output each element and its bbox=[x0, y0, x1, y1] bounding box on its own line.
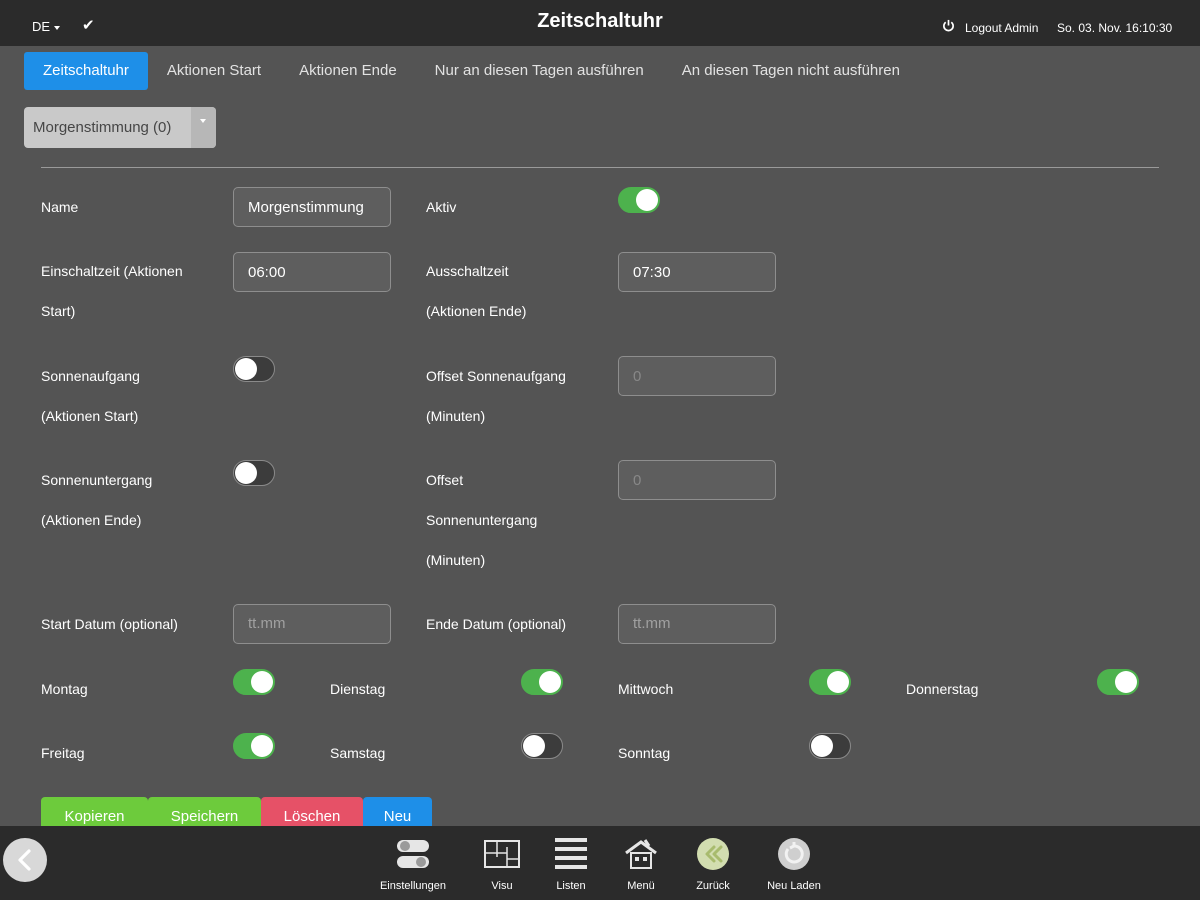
sunrise-offset-input[interactable] bbox=[618, 356, 776, 396]
off-time-input[interactable] bbox=[618, 252, 776, 292]
tab-only-these-days[interactable]: Nur an diesen Tagen ausführen bbox=[416, 52, 663, 90]
sunset-label: Sonnenuntergang bbox=[41, 472, 153, 488]
tab-bar: Zeitschaltuhr Aktionen Start Aktionen En… bbox=[24, 52, 919, 90]
toggle-knob bbox=[1115, 671, 1137, 693]
toggle-knob bbox=[827, 671, 849, 693]
dock-lists-label: Listen bbox=[556, 880, 586, 892]
toggle-knob bbox=[636, 189, 658, 211]
day-toggle-sonntag[interactable] bbox=[809, 733, 851, 759]
dock-settings[interactable]: Einstellungen bbox=[375, 834, 451, 892]
off-time-label: Ausschaltzeit bbox=[426, 263, 509, 279]
day-label-dienstag: Dienstag bbox=[330, 681, 386, 697]
day-label-donnerstag: Donnerstag bbox=[906, 681, 979, 697]
start-date-label: Start Datum (optional) bbox=[41, 616, 178, 632]
dock-visu-label: Visu bbox=[491, 880, 513, 892]
sunset-offset-label-line2: Sonnenuntergang bbox=[426, 512, 538, 528]
toggle-knob bbox=[523, 735, 545, 757]
delete-button[interactable]: Löschen bbox=[261, 797, 363, 829]
tab-not-these-days[interactable]: An diesen Tagen nicht ausführen bbox=[663, 52, 919, 90]
day-toggle-freitag[interactable] bbox=[233, 733, 275, 759]
divider bbox=[41, 167, 1159, 168]
sunrise-offset-label-line2: (Minuten) bbox=[426, 408, 486, 424]
timer-select-value: Morgenstimmung (0) bbox=[33, 119, 172, 136]
dock-reload-label: Neu Laden bbox=[767, 880, 821, 892]
day-label-samstag: Samstag bbox=[330, 745, 386, 761]
day-toggle-samstag[interactable] bbox=[521, 733, 563, 759]
on-time-input[interactable] bbox=[233, 252, 391, 292]
tab-zeitschaltuhr[interactable]: Zeitschaltuhr bbox=[24, 52, 148, 90]
timer-select[interactable]: Morgenstimmung (0) bbox=[24, 107, 216, 148]
toggle-knob bbox=[235, 462, 257, 484]
dock-settings-label: Einstellungen bbox=[379, 880, 447, 892]
logout-link[interactable]: Logout Admin bbox=[965, 21, 1038, 35]
toggle-knob bbox=[539, 671, 561, 693]
day-label-montag: Montag bbox=[41, 681, 88, 697]
active-toggle[interactable] bbox=[618, 187, 660, 213]
sunrise-label: Sonnenaufgang bbox=[41, 368, 140, 384]
dropdown-toggle[interactable] bbox=[191, 107, 216, 148]
chevron-left-icon bbox=[18, 849, 31, 871]
on-time-label-line2: Start) bbox=[41, 303, 76, 319]
day-label-mittwoch: Mittwoch bbox=[618, 681, 674, 697]
power-icon[interactable] bbox=[942, 19, 955, 32]
sunrise-offset-label: Offset Sonnenaufgang bbox=[426, 368, 566, 384]
end-date-label: Ende Datum (optional) bbox=[426, 616, 567, 632]
sunset-label-line2: (Aktionen Ende) bbox=[41, 512, 142, 528]
chevron-down-icon bbox=[200, 119, 206, 123]
sunset-offset-label-line3: (Minuten) bbox=[426, 552, 486, 568]
tab-actions-start[interactable]: Aktionen Start bbox=[148, 52, 280, 90]
off-time-label-line2: (Aktionen Ende) bbox=[426, 303, 527, 319]
day-label-freitag: Freitag bbox=[41, 745, 85, 761]
day-toggle-montag[interactable] bbox=[233, 669, 275, 695]
name-label: Name bbox=[41, 199, 79, 215]
list-icon bbox=[555, 838, 587, 869]
dock-menu-label: Menü bbox=[627, 880, 655, 892]
sunrise-label-line2: (Aktionen Start) bbox=[41, 408, 139, 424]
reload-icon bbox=[778, 838, 810, 870]
floorplan-icon bbox=[484, 840, 520, 868]
day-toggle-dienstag[interactable] bbox=[521, 669, 563, 695]
day-toggle-mittwoch[interactable] bbox=[809, 669, 851, 695]
sunset-offset-label: Offset bbox=[426, 472, 464, 488]
day-label-sonntag: Sonntag bbox=[618, 745, 671, 761]
back-nav-button[interactable] bbox=[3, 838, 47, 882]
dock-reload[interactable]: Neu Laden bbox=[761, 834, 827, 892]
dock-back[interactable]: Zurück bbox=[691, 834, 735, 892]
sunset-offset-input[interactable] bbox=[618, 460, 776, 500]
end-date-input[interactable]: tt.mm bbox=[618, 604, 776, 644]
toggle-knob bbox=[235, 358, 257, 380]
copy-button[interactable]: Kopieren bbox=[41, 797, 148, 829]
top-bar: DE ✔ Zeitschaltuhr Logout Admin So. 03. … bbox=[0, 0, 1200, 46]
new-button[interactable]: Neu bbox=[363, 797, 432, 829]
dock-visu[interactable]: Visu bbox=[480, 834, 524, 892]
day-toggle-donnerstag[interactable] bbox=[1097, 669, 1139, 695]
name-input[interactable] bbox=[233, 187, 391, 227]
save-button[interactable]: Speichern bbox=[148, 797, 261, 829]
dock-menu[interactable]: Menü bbox=[620, 834, 662, 892]
toggle-knob bbox=[251, 671, 273, 693]
datetime-display: So. 03. Nov. 16:10:30 bbox=[1057, 21, 1173, 35]
dock-back-label: Zurück bbox=[696, 880, 730, 892]
dock-lists[interactable]: Listen bbox=[548, 834, 594, 892]
active-label: Aktiv bbox=[426, 199, 457, 215]
toggle-knob bbox=[251, 735, 273, 757]
settings-icon bbox=[397, 840, 429, 868]
sunrise-toggle[interactable] bbox=[233, 356, 275, 382]
tab-actions-end[interactable]: Aktionen Ende bbox=[280, 52, 416, 90]
on-time-label: Einschaltzeit (Aktionen bbox=[41, 263, 183, 279]
bottom-dock: Einstellungen Visu Listen Menü Zurück Ne… bbox=[0, 826, 1200, 900]
house-icon bbox=[625, 839, 657, 869]
start-date-input[interactable]: tt.mm bbox=[233, 604, 391, 644]
toggle-knob bbox=[811, 735, 833, 757]
back-icon bbox=[697, 838, 729, 870]
sunset-toggle[interactable] bbox=[233, 460, 275, 486]
